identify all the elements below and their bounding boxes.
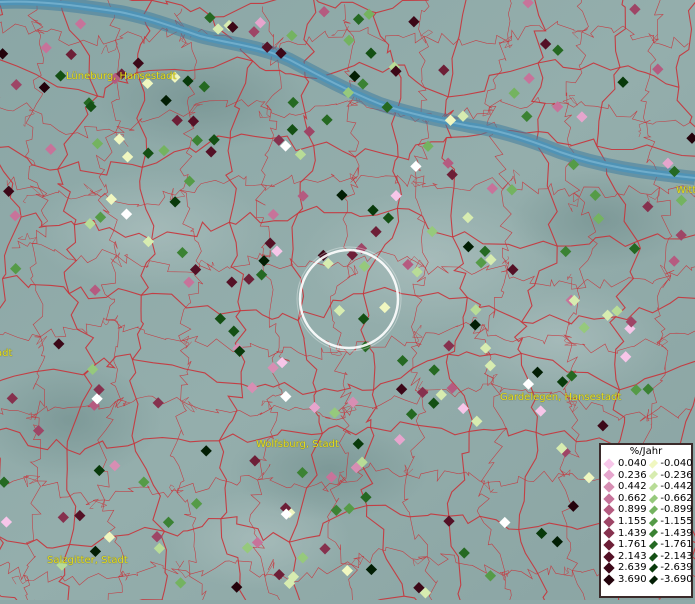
city-label-witt: Witt <box>676 185 695 196</box>
legend-label: 0.442 <box>618 481 647 493</box>
legend-row: 1.439 -1.439 <box>601 528 691 540</box>
legend-label: 2.639 <box>618 562 647 574</box>
legend-entry-negative: -1.155 <box>647 516 693 528</box>
legend-swatch-icon <box>649 506 658 515</box>
legend-label: 0.040 <box>618 458 647 470</box>
legend-label: 1.155 <box>618 516 647 528</box>
legend-entry-positive: 0.236 <box>601 470 647 482</box>
legend-entry-negative: -0.236 <box>647 470 693 482</box>
legend-title: %/Jahr <box>601 446 691 458</box>
legend-entry-positive: 1.439 <box>601 528 647 540</box>
map-view[interactable]: Lüneburg, Hansestadt Wolfsburg, Stadt Ga… <box>0 0 695 600</box>
city-label-lueneburg: Lüneburg, Hansestadt <box>66 71 176 82</box>
legend-entry-positive: 0.662 <box>601 493 647 505</box>
legend-label: 0.236 <box>618 470 647 482</box>
legend-swatch-icon <box>649 494 658 503</box>
legend-entry-positive: 0.040 <box>601 458 647 470</box>
legend-row: 0.662 -0.662 <box>601 493 691 505</box>
legend-swatch-icon <box>649 471 658 480</box>
legend-entry-negative: -0.662 <box>647 493 693 505</box>
legend-row: 2.639 -2.639 <box>601 562 691 574</box>
legend-swatch-icon <box>649 540 658 549</box>
legend-entry-positive: 1.155 <box>601 516 647 528</box>
city-label-gardelegen: Gardelegen, Hansestadt <box>500 392 621 403</box>
legend-label: 3.690 <box>618 574 647 586</box>
legend-swatch-icon <box>603 516 614 527</box>
legend-swatch-icon <box>603 470 614 481</box>
legend-label: -1.761 <box>660 539 692 551</box>
legend-swatch-icon <box>603 528 614 539</box>
city-label-left-edge: adt <box>0 348 12 359</box>
legend-label: 0.899 <box>618 504 647 516</box>
legend-entry-negative: -3.690 <box>647 574 693 586</box>
legend-entry-negative: -2.639 <box>647 562 693 574</box>
legend-swatch-icon <box>649 529 658 538</box>
legend-label: -0.236 <box>660 470 692 482</box>
legend-swatch-icon <box>603 574 614 585</box>
legend-label: -0.040 <box>660 458 692 470</box>
legend-label: -2.143 <box>660 551 692 563</box>
legend-label: -2.639 <box>660 562 692 574</box>
legend-label: -1.155 <box>660 516 692 528</box>
legend-entry-positive: 1.761 <box>601 539 647 551</box>
legend-label: -1.439 <box>660 528 692 540</box>
legend-swatch-icon <box>649 517 658 526</box>
legend-swatch-icon <box>603 505 614 516</box>
legend-row: 1.155 -1.155 <box>601 516 691 528</box>
map-canvas[interactable] <box>0 0 695 600</box>
legend-label: 1.761 <box>618 539 647 551</box>
city-label-salzgitter: Salzgitter, Stadt <box>47 555 128 566</box>
legend-swatch-icon <box>603 551 614 562</box>
legend-entry-negative: -0.899 <box>647 504 693 516</box>
legend-label: -0.899 <box>660 504 692 516</box>
legend-row: 0.442 -0.442 <box>601 481 691 493</box>
legend-swatch-icon <box>649 552 658 561</box>
legend-entry-positive: 3.690 <box>601 574 647 586</box>
legend-entry-positive: 2.143 <box>601 551 647 563</box>
legend-row: 3.690 -3.690 <box>601 574 691 586</box>
legend: %/Jahr 0.040 -0.040 0.236 -0.236 0.442 -0.442… <box>599 443 693 598</box>
legend-label: 0.662 <box>618 493 647 505</box>
legend-entry-negative: -2.143 <box>647 551 693 563</box>
legend-entry-positive: 0.442 <box>601 481 647 493</box>
legend-label: -3.690 <box>660 574 692 586</box>
legend-swatch-icon <box>649 564 658 573</box>
legend-swatch-icon <box>603 493 614 504</box>
legend-entry-negative: -1.439 <box>647 528 693 540</box>
city-label-wolfsburg: Wolfsburg, Stadt <box>256 439 339 450</box>
legend-swatch-icon <box>603 458 614 469</box>
legend-label: -0.662 <box>660 493 692 505</box>
legend-swatch-icon <box>649 459 658 468</box>
legend-swatch-icon <box>603 481 614 492</box>
legend-entry-positive: 2.639 <box>601 562 647 574</box>
legend-row: 0.040 -0.040 <box>601 458 691 470</box>
legend-label: 2.143 <box>618 551 647 563</box>
legend-entry-negative: -0.040 <box>647 458 693 470</box>
legend-row: 2.143 -2.143 <box>601 551 691 563</box>
legend-label: -0.442 <box>660 481 692 493</box>
legend-swatch-icon <box>603 562 614 573</box>
legend-entry-positive: 0.899 <box>601 504 647 516</box>
legend-row: 1.761 -1.761 <box>601 539 691 551</box>
legend-entry-negative: -1.761 <box>647 539 693 551</box>
legend-rows: 0.040 -0.040 0.236 -0.236 0.442 -0.442 0.662 -0… <box>601 458 691 586</box>
legend-label: 1.439 <box>618 528 647 540</box>
legend-swatch-icon <box>649 482 658 491</box>
legend-row: 0.236 -0.236 <box>601 470 691 482</box>
legend-swatch-icon <box>603 539 614 550</box>
legend-swatch-icon <box>649 575 658 584</box>
legend-entry-negative: -0.442 <box>647 481 693 493</box>
legend-row: 0.899 -0.899 <box>601 504 691 516</box>
